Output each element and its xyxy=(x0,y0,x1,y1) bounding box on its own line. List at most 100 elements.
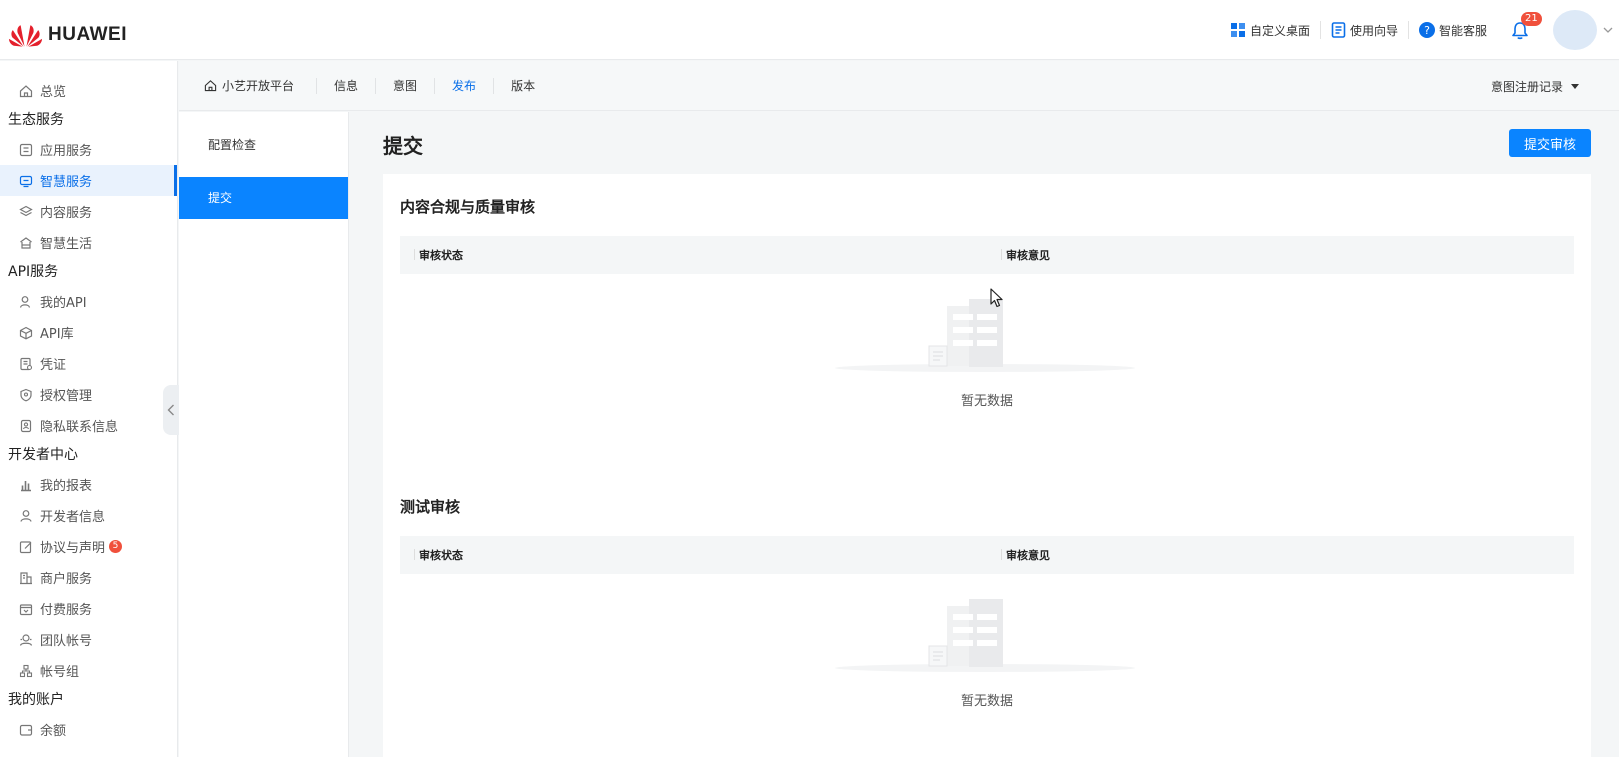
sidebar-item-label: API库 xyxy=(40,327,74,342)
sidebar-item-team-account[interactable]: 团队帐号 xyxy=(0,624,177,655)
platform-home-label: 小艺开放平台 xyxy=(222,79,295,93)
sidebar-item-label: 总览 xyxy=(40,85,67,100)
empty-data-icon xyxy=(835,599,1135,672)
usage-guide-label: 使用向导 xyxy=(1349,23,1398,38)
header-actions: 自定义桌面 使用向导 ? 智能客服 21 xyxy=(1220,0,1619,60)
mouse-cursor-icon xyxy=(990,288,1003,308)
sidebar-item-account-group[interactable]: 帐号组 xyxy=(0,655,177,686)
sidebar-item-label: 隐私联系信息 xyxy=(40,420,119,435)
sidebar-item-label: 帐号组 xyxy=(40,665,80,680)
edit-doc-icon xyxy=(18,539,34,555)
sidebar-item-label: 智慧服务 xyxy=(40,175,93,190)
merchant-icon xyxy=(18,570,34,586)
empty-state-test-review: 暂无数据 xyxy=(400,574,1574,734)
sidebar-item-overview[interactable]: 总览 xyxy=(0,75,177,106)
svg-text:?: ? xyxy=(1424,24,1430,37)
chevron-down-icon[interactable] xyxy=(1603,27,1613,33)
sidebar-item-label: 我的API xyxy=(40,296,87,311)
column-header-status: 审核状态 xyxy=(400,547,987,563)
intent-registry-label: 意图注册记录 xyxy=(1490,80,1563,94)
submit-review-button[interactable]: 提交审核 xyxy=(1509,129,1591,157)
caret-down-icon xyxy=(1571,84,1579,89)
paid-service-icon xyxy=(18,601,34,617)
usage-guide-button[interactable]: 使用向导 xyxy=(1321,21,1409,39)
layers-icon xyxy=(18,204,34,220)
review-card: 内容合规与质量审核 审核状态 审核意见 暂无数据 测试审核 审核状态 审核意见 … xyxy=(383,174,1591,757)
empty-text: 暂无数据 xyxy=(960,394,1013,409)
sidebar-item-developer-info[interactable]: 开发者信息 xyxy=(0,500,177,531)
sidebar-item-label: 开发者信息 xyxy=(40,510,106,525)
brand-name: HUAWEI xyxy=(48,24,127,45)
certificate-icon xyxy=(18,356,34,372)
left-sidebar: 总览 生态服务 应用服务 智慧服务 内容服务 智慧生活 API服务 我的API … xyxy=(0,61,178,757)
wallet-icon xyxy=(18,722,34,738)
sidebar-group-api: API服务 xyxy=(8,264,59,280)
smart-support-button[interactable]: ? 智能客服 xyxy=(1409,21,1497,39)
tab-intent[interactable]: 意图 xyxy=(376,77,436,94)
empty-data-icon xyxy=(835,299,1135,372)
sidebar-item-label: 凭证 xyxy=(40,358,67,373)
sidebar-item-privacy-contact[interactable]: 隐私联系信息 xyxy=(0,410,177,441)
platform-home-link[interactable]: 小艺开放平台 xyxy=(204,77,318,94)
guide-book-icon xyxy=(1331,22,1346,38)
main-content: 提交 提交审核 内容合规与质量审核 审核状态 审核意见 暂无数据 测试审核 审核… xyxy=(350,112,1619,757)
sidebar-item-balance[interactable]: 余额 xyxy=(0,714,177,745)
sub-navigation-bar: 小艺开放平台 信息 意图 发布 版本 意图注册记录 xyxy=(179,61,1619,111)
sidebar-item-credential[interactable]: 凭证 xyxy=(0,348,177,379)
huawei-petal-icon xyxy=(8,25,43,47)
sidebar-group-ecosystem: 生态服务 xyxy=(8,112,64,128)
notification-bell[interactable]: 21 xyxy=(1511,11,1542,40)
page-title: 提交 xyxy=(383,134,423,158)
person-icon xyxy=(18,508,34,524)
sidebar-item-my-api[interactable]: 我的API xyxy=(0,286,177,317)
privacy-icon xyxy=(18,418,34,434)
sidebar-item-label: 团队帐号 xyxy=(40,634,93,649)
sidebar-item-content-service[interactable]: 内容服务 xyxy=(0,196,177,227)
chevron-left-icon xyxy=(167,404,174,416)
huawei-logo[interactable]: HUAWEI xyxy=(8,22,127,48)
sidebar-item-my-reports[interactable]: 我的报表 xyxy=(0,469,177,500)
shield-icon xyxy=(18,387,34,403)
sidebar-item-app-service[interactable]: 应用服务 xyxy=(0,134,177,165)
agreements-count-badge: 5 xyxy=(109,540,123,553)
column-header-opinion: 审核意见 xyxy=(987,247,1050,263)
intent-registry-dropdown[interactable]: 意图注册记录 xyxy=(1491,78,1579,95)
table-header-test-review: 审核状态 审核意见 xyxy=(400,536,1574,574)
menu-item-config-check[interactable]: 配置检查 xyxy=(179,124,348,166)
sidebar-item-authorization[interactable]: 授权管理 xyxy=(0,379,177,410)
sidebar-item-label: 商户服务 xyxy=(40,572,93,587)
sidebar-item-label: 我的报表 xyxy=(40,479,93,494)
sidebar-item-label: 付费服务 xyxy=(40,603,93,618)
sidebar-item-merchant-service[interactable]: 商户服务 xyxy=(0,562,177,593)
cube-icon xyxy=(18,325,34,341)
sidebar-item-label: 智慧生活 xyxy=(40,237,93,252)
tab-info[interactable]: 信息 xyxy=(317,77,377,94)
user-avatar[interactable] xyxy=(1553,10,1597,50)
user-api-icon xyxy=(18,294,34,310)
team-icon xyxy=(18,632,34,648)
tab-publish[interactable]: 发布 xyxy=(435,77,495,94)
sidebar-item-label: 内容服务 xyxy=(40,206,93,221)
smart-support-label: 智能客服 xyxy=(1438,23,1487,38)
home-icon xyxy=(204,79,217,92)
custom-desktop-button[interactable]: 自定义桌面 xyxy=(1220,21,1321,39)
column-header-opinion: 审核意见 xyxy=(987,547,1050,563)
sidebar-collapse-toggle[interactable] xyxy=(163,385,179,435)
tab-version[interactable]: 版本 xyxy=(494,78,552,94)
sidebar-item-label: 应用服务 xyxy=(40,144,93,159)
account-group-icon xyxy=(18,663,34,679)
top-header: HUAWEI 自定义桌面 使用向导 ? 智能客服 21 xyxy=(0,0,1619,60)
sidebar-item-smart-life[interactable]: 智慧生活 xyxy=(0,227,177,258)
sidebar-item-paid-service[interactable]: 付费服务 xyxy=(0,593,177,624)
sidebar-item-smart-service[interactable]: 智慧服务 xyxy=(0,165,177,196)
dashboard-grid-icon xyxy=(1230,22,1246,38)
custom-desktop-label: 自定义桌面 xyxy=(1249,23,1310,38)
app-icon xyxy=(18,142,34,158)
sidebar-item-agreements[interactable]: 协议与声明 5 xyxy=(0,531,177,562)
home-icon xyxy=(18,83,34,99)
publish-side-menu: 配置检查 提交 xyxy=(179,112,349,757)
sidebar-item-api-library[interactable]: API库 xyxy=(0,317,177,348)
sidebar-item-label: 授权管理 xyxy=(40,389,93,404)
notification-count-badge: 21 xyxy=(1521,11,1542,26)
menu-item-submit[interactable]: 提交 xyxy=(179,177,348,219)
